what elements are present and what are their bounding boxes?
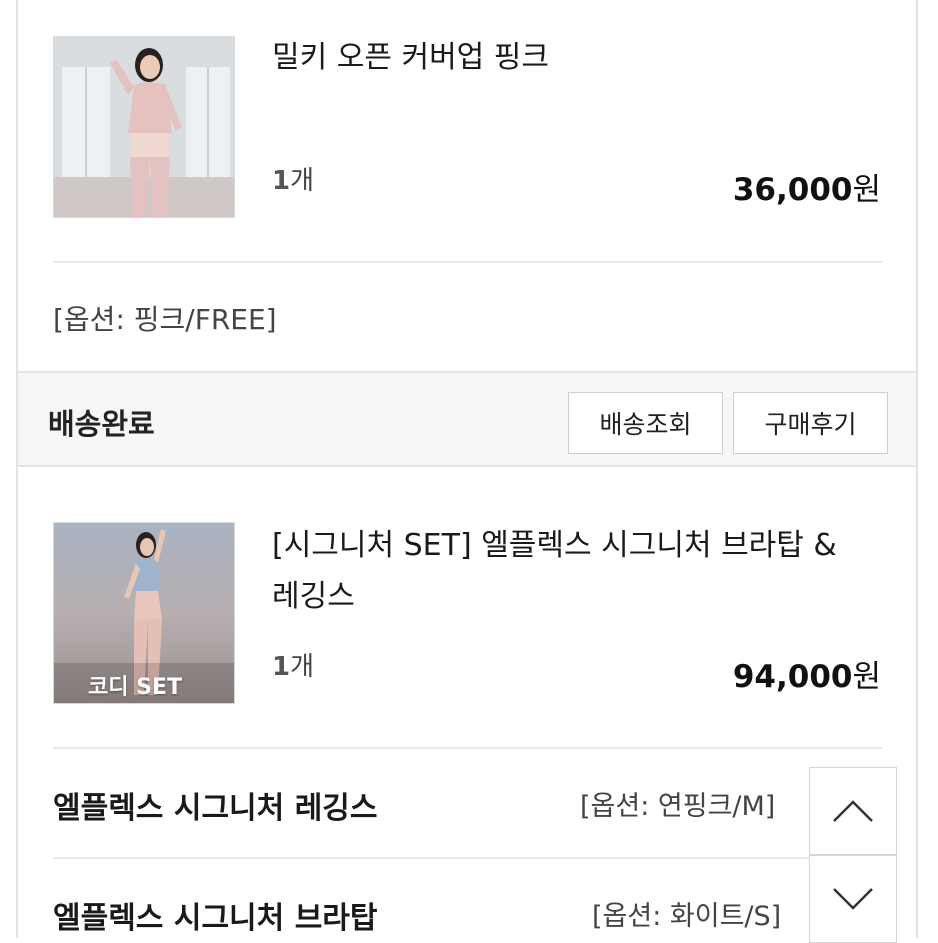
price-number-2: 94,000 (732, 659, 853, 695)
chevron-down-icon (833, 888, 873, 910)
track-delivery-button[interactable]: 배송조회 (568, 392, 723, 454)
scroll-down-button[interactable] (809, 855, 897, 943)
sub-item-option-2: [옵션: 화이트/S] (592, 901, 782, 932)
product-name-2-line2: 레깅스 (272, 579, 355, 614)
delivery-status-label: 배송완료 (48, 407, 155, 441)
product-thumbnail-2[interactable]: 코디 SET (53, 522, 235, 704)
sub-item-option-1: [옵션: 연핑크/M] (580, 791, 776, 822)
sub-item-name-2: 엘플렉스 시그니처 브라탑 (53, 901, 378, 936)
product-name-1[interactable]: 밀키 오픈 커버업 핑크 (272, 32, 549, 83)
price-unit-2: 원 (852, 659, 881, 695)
scroll-up-button[interactable] (809, 767, 897, 855)
thumbnail-set-label: 코디 SET (88, 675, 183, 700)
product-photo-1 (54, 37, 234, 217)
divider (53, 261, 882, 263)
delivery-status-bar: 배송완료 배송조회 구매후기 (18, 371, 916, 467)
product-quantity-2: 1개 (272, 646, 314, 683)
product-thumbnail-1[interactable] (53, 36, 235, 218)
product-option-1: [옵션: 핑크/FREE] (53, 303, 277, 336)
divider (53, 857, 809, 859)
product-quantity-1: 1개 (272, 160, 314, 197)
divider (53, 747, 882, 749)
product-name-2-line1: [시그니처 SET] 엘플렉스 시그니처 브라탑 & (272, 528, 837, 563)
quantity-unit-2: 개 (290, 652, 315, 682)
product-price-1: 36,000원 (733, 164, 881, 209)
quantity-number-1: 1 (272, 166, 291, 196)
quantity-number-2: 1 (272, 652, 291, 682)
chevron-up-icon (833, 800, 873, 822)
price-number-1: 36,000 (732, 172, 853, 208)
product-price-2: 94,000원 (733, 651, 881, 696)
price-unit-1: 원 (852, 172, 881, 208)
quantity-unit-1: 개 (290, 166, 315, 196)
product-name-2[interactable]: [시그니처 SET] 엘플렉스 시그니처 브라탑 & 레깅스 (272, 520, 837, 622)
sub-item-name-1: 엘플렉스 시그니처 레깅스 (53, 791, 378, 826)
write-review-button[interactable]: 구매후기 (733, 392, 888, 454)
